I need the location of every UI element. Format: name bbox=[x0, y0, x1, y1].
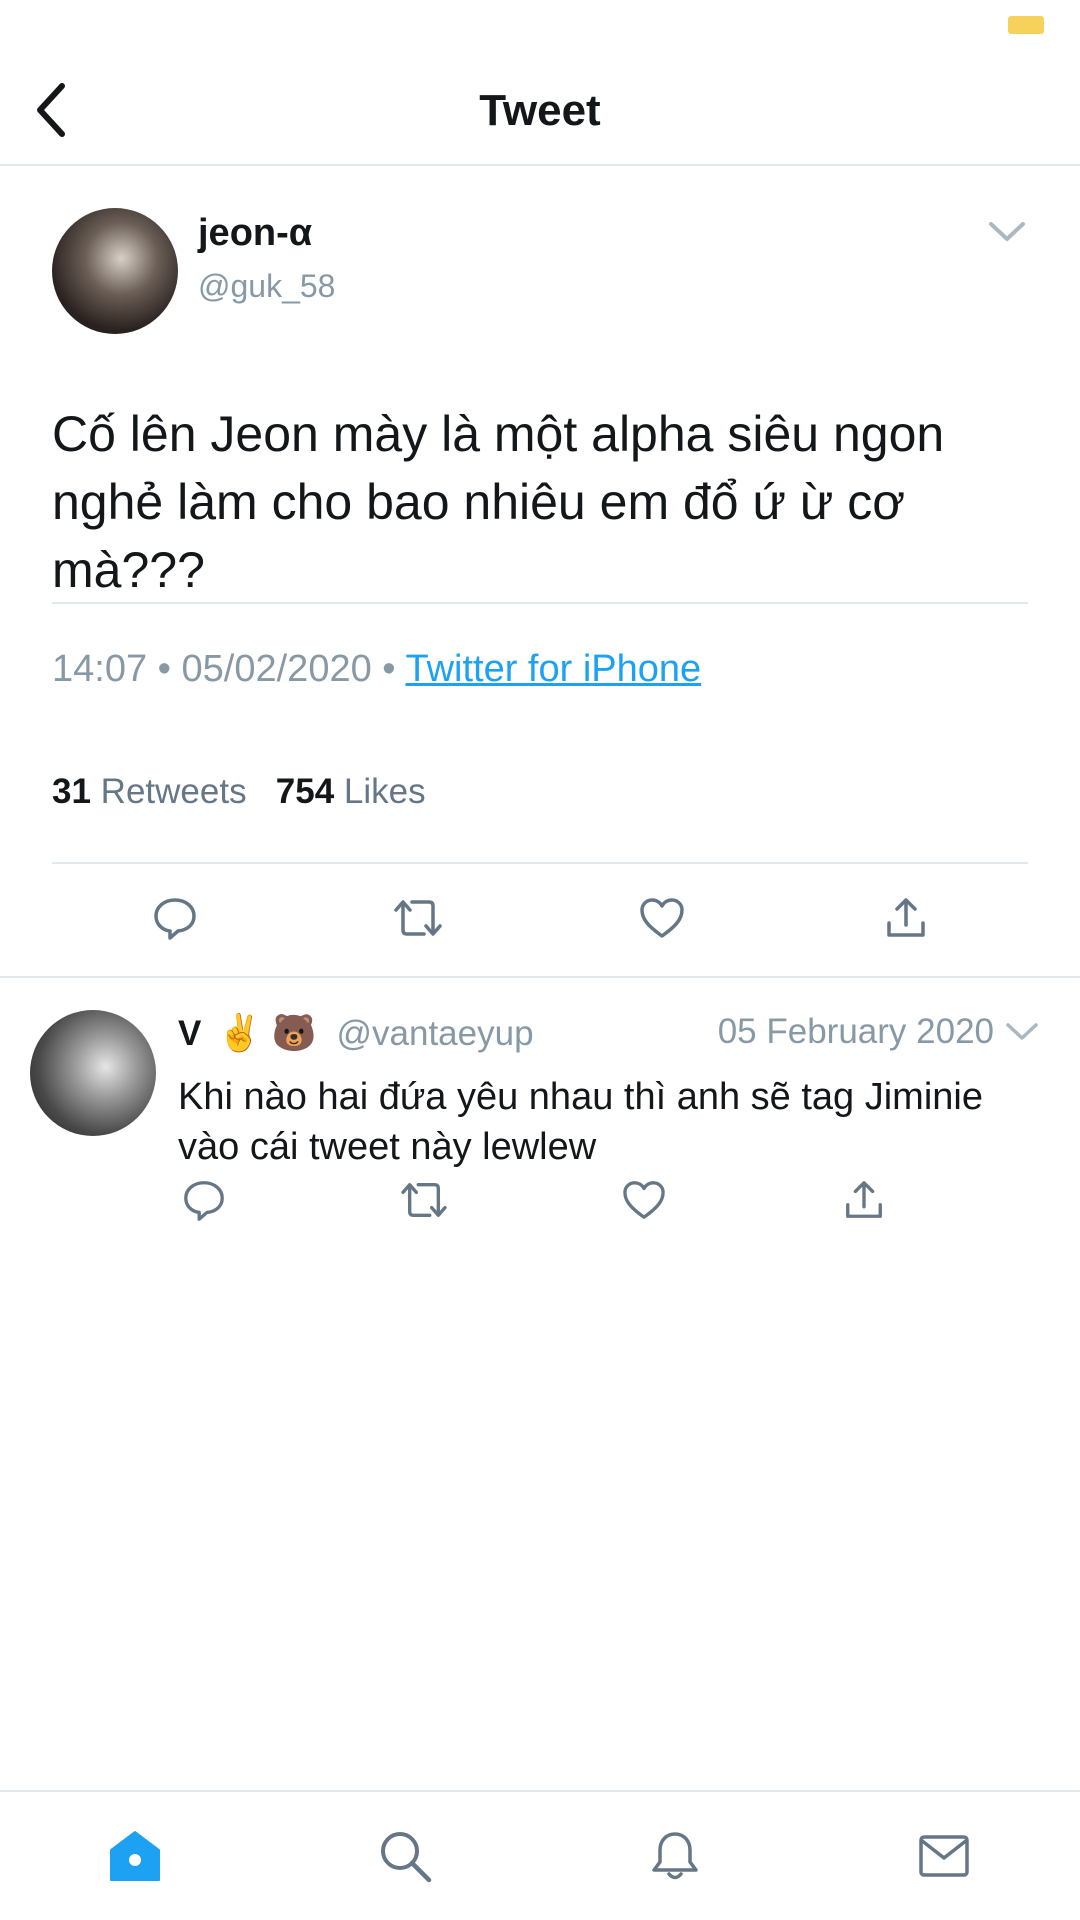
tweet-stats: 31 Retweets 754 Likes bbox=[52, 772, 426, 812]
display-name[interactable]: jeon-α bbox=[198, 212, 312, 255]
retweet-button[interactable] bbox=[388, 888, 448, 948]
share-button[interactable] bbox=[834, 1170, 894, 1230]
reply-actions bbox=[0, 1170, 1080, 1240]
share-button[interactable] bbox=[876, 888, 936, 948]
tweet-time: 14:07 bbox=[52, 648, 148, 690]
tweet-text: Cố lên Jeon mày là một alpha siêu ngon n… bbox=[52, 406, 945, 598]
heart-icon bbox=[640, 898, 684, 938]
main-tweet: jeon-α @guk_58 Cố lên Jeon mày là một al… bbox=[0, 168, 1080, 978]
reply-display-name[interactable]: V bbox=[178, 1014, 201, 1053]
navigation-bar: Tweet bbox=[0, 60, 1080, 166]
chevron-down-icon bbox=[989, 222, 1025, 241]
heart-icon bbox=[623, 1181, 665, 1219]
speech-bubble-icon bbox=[154, 898, 196, 940]
divider bbox=[52, 602, 1028, 604]
reply-button[interactable] bbox=[174, 1170, 234, 1230]
divider bbox=[52, 862, 1028, 864]
reply-name-emojis: ✌️ 🐻 bbox=[217, 1012, 317, 1053]
avatar[interactable] bbox=[30, 1010, 156, 1136]
bottom-tab-bar bbox=[0, 1790, 1080, 1920]
tab-search[interactable] bbox=[375, 1826, 435, 1886]
like-button[interactable] bbox=[614, 1170, 674, 1230]
tweet-source-link[interactable]: Twitter for iPhone bbox=[405, 648, 701, 690]
envelope-icon bbox=[919, 1835, 969, 1877]
tab-home[interactable] bbox=[105, 1826, 165, 1886]
meta-separator: • bbox=[382, 648, 406, 690]
tweet-date: 05/02/2020 bbox=[181, 648, 372, 690]
tweet-options-button[interactable] bbox=[982, 212, 1032, 252]
likes-count[interactable]: 754 bbox=[276, 772, 334, 811]
retweets-count[interactable]: 31 bbox=[52, 772, 91, 811]
share-icon bbox=[887, 898, 925, 937]
retweet-icon bbox=[394, 900, 442, 936]
like-button[interactable] bbox=[632, 888, 692, 948]
tweet-actions bbox=[0, 888, 1080, 958]
reply-text: Khi nào hai đứa yêu nhau thì anh sẽ tag … bbox=[178, 1076, 983, 1168]
retweet-icon bbox=[401, 1183, 447, 1217]
home-icon bbox=[110, 1831, 160, 1881]
meta-separator: • bbox=[157, 648, 182, 690]
battery-indicator bbox=[1008, 16, 1044, 34]
avatar[interactable] bbox=[52, 208, 178, 334]
likes-label[interactable]: Likes bbox=[344, 772, 426, 811]
user-handle[interactable]: @guk_58 bbox=[198, 268, 335, 305]
tab-messages[interactable] bbox=[914, 1826, 974, 1886]
reply-tweet[interactable]: V ✌️ 🐻 @vantaeyup 05 February 2020 Khi n… bbox=[0, 980, 1080, 1280]
reply-options-button[interactable] bbox=[1002, 1014, 1042, 1050]
bell-icon bbox=[652, 1832, 698, 1880]
speech-bubble-icon bbox=[184, 1181, 224, 1221]
reply-header: V ✌️ 🐻 @vantaeyup bbox=[178, 1012, 534, 1054]
tab-notifications[interactable] bbox=[645, 1826, 705, 1886]
retweet-button[interactable] bbox=[394, 1170, 454, 1230]
tweet-meta: 14:07 • 05/02/2020 • Twitter for iPhone bbox=[52, 648, 701, 691]
chevron-down-icon bbox=[1006, 1023, 1038, 1040]
reply-button[interactable] bbox=[145, 888, 205, 948]
reply-handle[interactable]: @vantaeyup bbox=[336, 1014, 533, 1053]
retweets-label[interactable]: Retweets bbox=[101, 772, 247, 811]
share-icon bbox=[846, 1181, 882, 1218]
search-icon bbox=[381, 1832, 432, 1883]
page-title: Tweet bbox=[479, 86, 601, 135]
reply-date: 05 February 2020 bbox=[717, 1012, 994, 1051]
